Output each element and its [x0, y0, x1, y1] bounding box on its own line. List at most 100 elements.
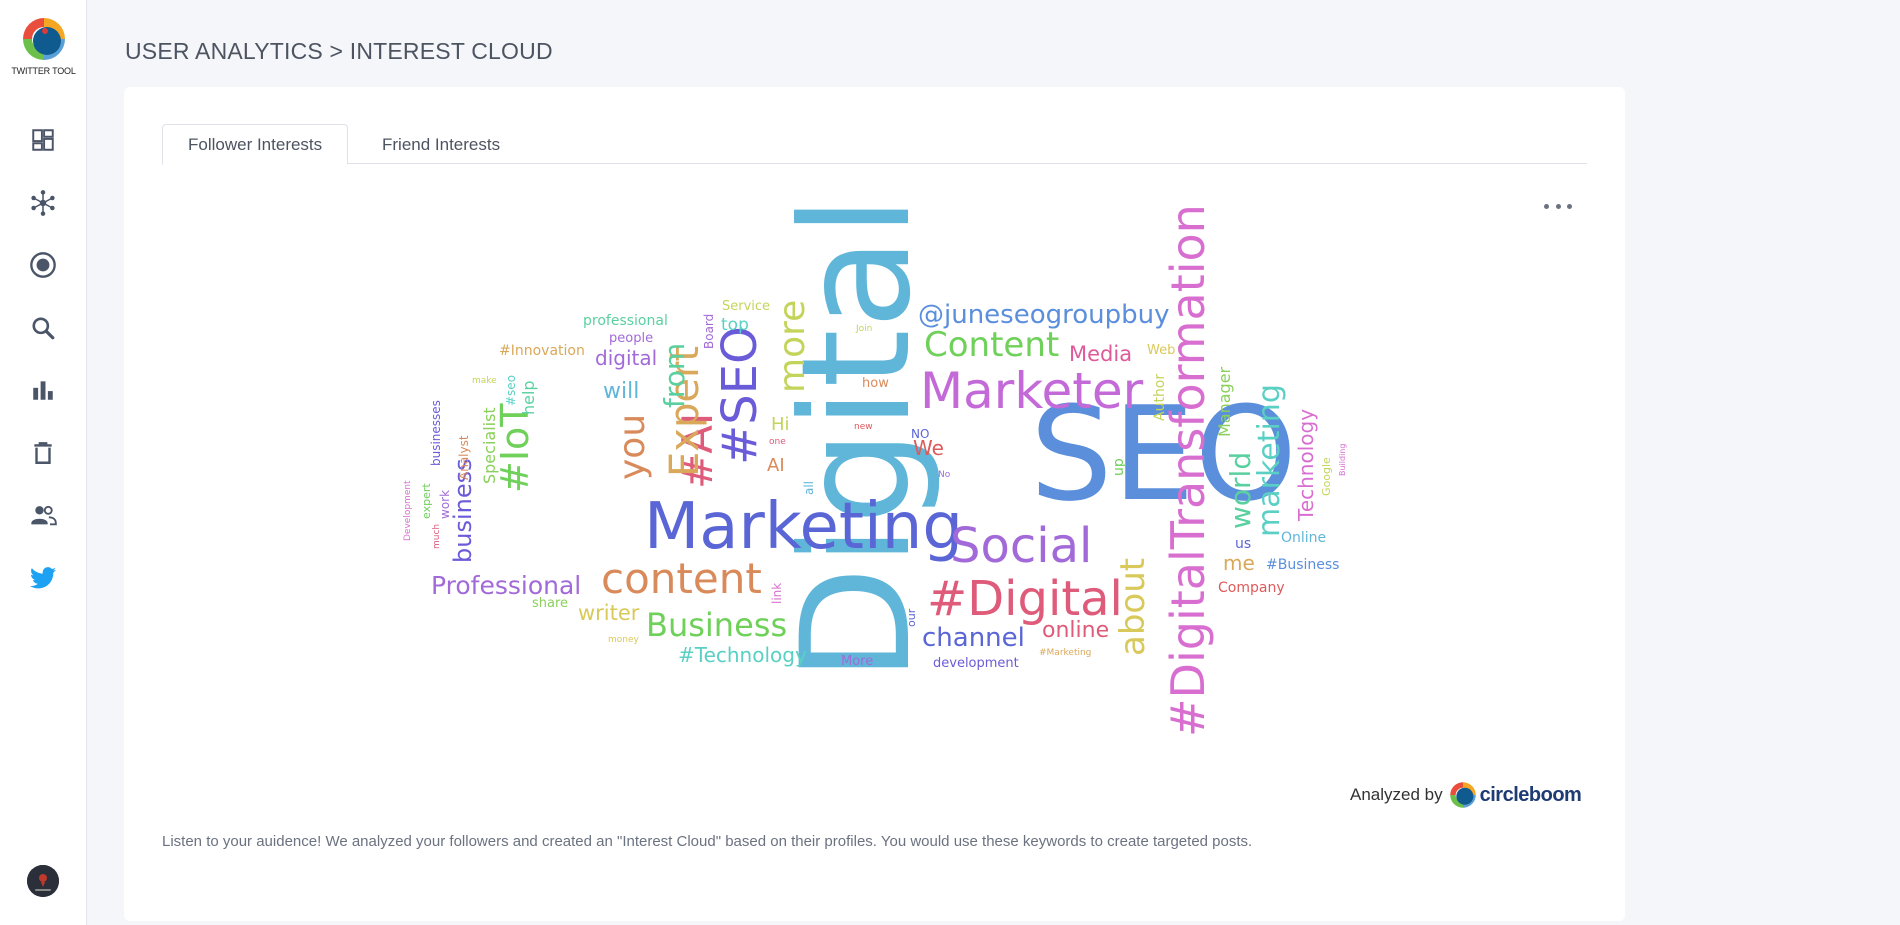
- cloud-word: #SEO: [712, 326, 768, 465]
- cloud-word: Specialist: [480, 407, 499, 484]
- tab-friend-interests[interactable]: Friend Interests: [357, 124, 525, 165]
- dot-icon: [1567, 203, 1572, 209]
- cloud-word: our: [905, 608, 918, 627]
- cloud-word: digital: [595, 346, 657, 370]
- cloud-word: Technology: [1294, 409, 1318, 522]
- cloud-word: people: [609, 331, 653, 346]
- cloud-word: online: [1042, 618, 1109, 643]
- page-title: USER ANALYTICS > INTEREST CLOUD: [125, 38, 553, 64]
- cloud-word: No: [938, 470, 951, 480]
- cloud-word: Analyst: [457, 435, 471, 480]
- cloud-word: much: [432, 524, 442, 549]
- twitter-icon[interactable]: [27, 562, 59, 594]
- cloud-word: Expert: [662, 346, 708, 477]
- cloud-word: SEO: [1030, 378, 1297, 530]
- cloud-word: Business: [646, 606, 787, 644]
- more-options-button[interactable]: [1544, 199, 1572, 213]
- cloud-word: #Technology: [678, 643, 807, 667]
- cloud-word: more: [772, 300, 813, 393]
- dashboard-icon[interactable]: [27, 124, 59, 156]
- cloud-word: Manager: [1215, 366, 1234, 437]
- cloud-word: NO: [911, 427, 929, 441]
- cloud-word: Building: [1338, 444, 1347, 476]
- cloud-word: Google: [1320, 457, 1333, 496]
- cloud-word: #seo: [504, 375, 518, 406]
- app-name: TWITTER TOOL: [11, 66, 76, 76]
- circleboom-logo-icon: [22, 18, 65, 60]
- dot-icon: [1555, 203, 1561, 209]
- cloud-word: world: [1224, 452, 1257, 529]
- cloud-word: marketing: [1252, 384, 1287, 537]
- cloud-word: Join: [855, 324, 872, 334]
- cloud-word: work: [438, 490, 452, 519]
- sidebar: TWITTER TOOL: [0, 0, 87, 925]
- cloud-word: one: [769, 437, 786, 447]
- search-icon[interactable]: [27, 312, 59, 344]
- cloud-word: will: [603, 379, 639, 404]
- cloud-word: We: [913, 436, 944, 460]
- network-icon[interactable]: [27, 187, 59, 219]
- cloud-word: Web: [1147, 343, 1175, 358]
- cloud-word: us: [1235, 536, 1251, 552]
- cloud-word: Social: [950, 518, 1092, 574]
- circleboom-brand-icon: [1449, 782, 1476, 808]
- cloud-word: #DigitalTransformation: [1161, 204, 1215, 737]
- cloud-word: how: [862, 376, 889, 391]
- cloud-word: expert: [420, 483, 433, 519]
- cloud-word: #Marketing: [1039, 648, 1091, 658]
- brand-name: circleboom: [1479, 783, 1582, 806]
- cloud-word: businesses: [429, 400, 443, 466]
- cloud-word: from: [658, 343, 691, 408]
- cloud-word: new: [854, 422, 873, 432]
- cloud-word: channel: [922, 623, 1025, 653]
- target-icon[interactable]: [27, 249, 59, 281]
- cloud-word: content: [601, 554, 762, 603]
- cloud-word: #IoT: [493, 403, 537, 493]
- cloud-word: money: [608, 635, 640, 645]
- app-logo[interactable]: TWITTER TOOL: [0, 16, 87, 96]
- interest-cloud-card: Follower Interests Friend Interests Digi…: [124, 87, 1625, 921]
- cloud-word: #Digital: [927, 571, 1123, 627]
- cloud-word: writer: [578, 601, 640, 625]
- cloud-word: help: [519, 380, 538, 415]
- cloud-word: @juneseogroupbuy: [918, 300, 1170, 330]
- cloud-word: Development: [403, 480, 413, 541]
- bar-chart-icon[interactable]: [27, 374, 59, 406]
- cloud-word: professional: [583, 313, 668, 329]
- cloud-word: Online: [1281, 530, 1326, 546]
- cloud-word: Marketing: [644, 490, 963, 564]
- cloud-word: about: [1113, 558, 1153, 656]
- cloud-word: all: [802, 481, 816, 495]
- tab-bar: Follower Interests Friend Interests: [162, 124, 1587, 165]
- cloud-word: Marketer: [920, 362, 1144, 420]
- cloud-word: More: [841, 654, 873, 669]
- description-text: Listen to your auidence! We analyzed you…: [162, 833, 1253, 850]
- cloud-word: Board: [702, 314, 716, 349]
- dot-icon: [1544, 203, 1549, 209]
- cloud-word: top: [721, 315, 749, 335]
- analyzed-by: Analyzed by circleboom: [1350, 781, 1582, 809]
- cloud-word: #Innovation: [499, 343, 585, 359]
- cloud-word: up: [1111, 458, 1127, 476]
- users-icon[interactable]: [27, 499, 59, 531]
- cloud-word: link: [770, 583, 784, 604]
- cloud-word: share: [532, 596, 568, 611]
- cloud-word: Digital: [770, 196, 944, 682]
- analyzed-label: Analyzed by: [1350, 785, 1443, 804]
- cloud-word: business: [449, 458, 477, 563]
- trash-icon[interactable]: [27, 437, 59, 469]
- tab-follower-interests[interactable]: Follower Interests: [162, 124, 349, 165]
- cloud-word: Professional: [431, 571, 581, 600]
- cloud-word: Media: [1069, 342, 1132, 366]
- cloud-word: Hi: [771, 414, 790, 435]
- cloud-word: #Business: [1266, 557, 1339, 573]
- cloud-word: me: [1223, 551, 1255, 575]
- cloud-word: AI: [767, 455, 785, 476]
- cloud-word: Author: [1152, 374, 1168, 421]
- cloud-word: development: [933, 656, 1019, 671]
- cloud-word: Service: [722, 299, 770, 314]
- cloud-word: #AI: [673, 413, 722, 489]
- cloud-word: Company: [1218, 580, 1285, 596]
- avatar[interactable]: [27, 865, 59, 897]
- cloud-word: you: [612, 414, 653, 480]
